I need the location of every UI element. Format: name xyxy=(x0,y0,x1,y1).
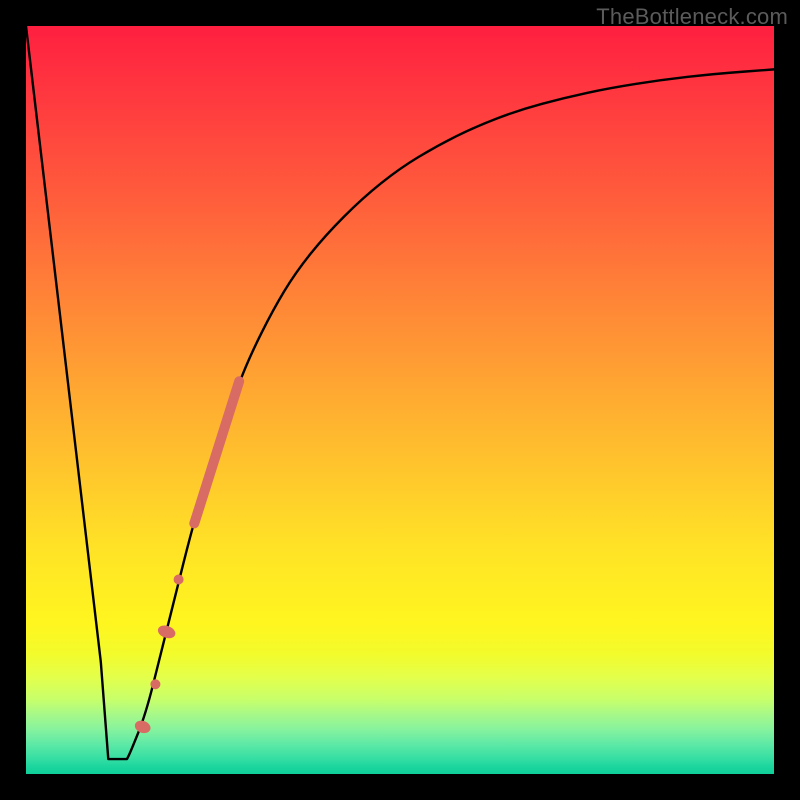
highlight-ellipse xyxy=(156,623,177,640)
curve-layer xyxy=(26,26,774,774)
plot-area xyxy=(26,26,774,774)
highlight-dot xyxy=(174,575,184,585)
bottleneck-curve xyxy=(26,26,774,759)
highlight-ellipse xyxy=(133,719,152,736)
highlight-segment xyxy=(194,381,239,523)
watermark-label: TheBottleneck.com xyxy=(596,4,788,30)
highlight-dot xyxy=(150,679,160,689)
chart-frame: TheBottleneck.com xyxy=(0,0,800,800)
